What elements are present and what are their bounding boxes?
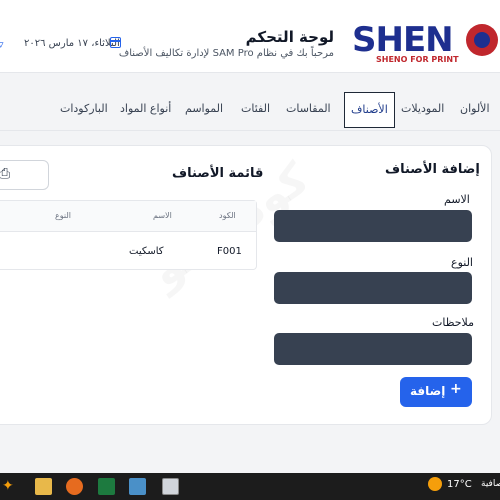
- current-date: الثلاثاء، ١٧ مارس ٢٠٢٦: [24, 38, 120, 49]
- notes-input[interactable]: [274, 333, 472, 365]
- calendar-icon: [110, 37, 121, 48]
- file-explorer-icon[interactable]: [35, 478, 52, 495]
- sheno-logo: SHEN SHENO FOR PRINT: [352, 22, 498, 66]
- weather-text: صافية: [481, 479, 500, 489]
- tab-seasons[interactable]: المواسم: [185, 102, 223, 115]
- page-title: لوحة التحكم: [245, 28, 334, 46]
- weather-icon[interactable]: [428, 477, 442, 491]
- logo-text: SHEN: [352, 20, 454, 60]
- column-header-code: الكود: [219, 211, 236, 220]
- add-button[interactable]: + إضافة: [400, 377, 472, 407]
- tab-categories[interactable]: الفئات: [241, 102, 270, 115]
- app-icon[interactable]: [129, 478, 146, 495]
- items-table: الكود الاسم النوع F001 كاسكيت: [0, 200, 257, 270]
- copilot-icon[interactable]: ✦: [2, 478, 14, 494]
- cell-name: كاسكيت: [129, 246, 164, 257]
- active-app-icon[interactable]: [162, 478, 179, 495]
- column-header-name: الاسم: [153, 211, 172, 220]
- temperature: 17°C: [447, 479, 472, 490]
- table-header: الكود الاسم النوع: [0, 201, 256, 232]
- print-icon: ⎙: [0, 166, 11, 182]
- notes-label: ملاحظات: [432, 316, 474, 329]
- tab-material-types[interactable]: أنواع المواد: [120, 102, 171, 115]
- name-label: الاسم: [444, 193, 470, 206]
- name-input[interactable]: [274, 210, 472, 242]
- type-label: النوع: [451, 256, 473, 269]
- plus-icon: +: [450, 381, 462, 397]
- tab-sizes[interactable]: المقاسات: [286, 102, 331, 115]
- type-input[interactable]: [274, 272, 472, 304]
- tab-bar: الألوان الموديلات الأصناف المقاسات الفئا…: [0, 84, 500, 131]
- list-title: قائمة الأصناف: [172, 166, 264, 181]
- form-title: إضافة الأصناف: [385, 162, 480, 177]
- excel-icon[interactable]: [98, 478, 115, 495]
- logo-mark: [466, 24, 498, 56]
- page-subtitle: مرحباً بك في نظام SAM Pro لإدارة تكاليف …: [118, 48, 334, 59]
- tab-items[interactable]: الأصناف: [344, 92, 395, 128]
- app-header: SHEN SHENO FOR PRINT لوحة التحكم مرحباً …: [0, 0, 500, 73]
- tab-colors[interactable]: الألوان: [460, 102, 490, 115]
- add-button-label: إضافة: [410, 384, 446, 398]
- firefox-icon[interactable]: [66, 478, 83, 495]
- user-icon[interactable]: ▿: [0, 38, 4, 51]
- print-button[interactable]: ⎙: [0, 160, 49, 190]
- tab-models[interactable]: الموديلات: [401, 102, 444, 115]
- os-taskbar: ✦ 17°C صافية: [0, 473, 500, 500]
- column-header-type: النوع: [55, 211, 71, 220]
- cell-code: F001: [217, 246, 242, 257]
- logo-subtext: SHENO FOR PRINT: [376, 55, 459, 64]
- tab-barcodes[interactable]: الباركودات: [60, 102, 108, 115]
